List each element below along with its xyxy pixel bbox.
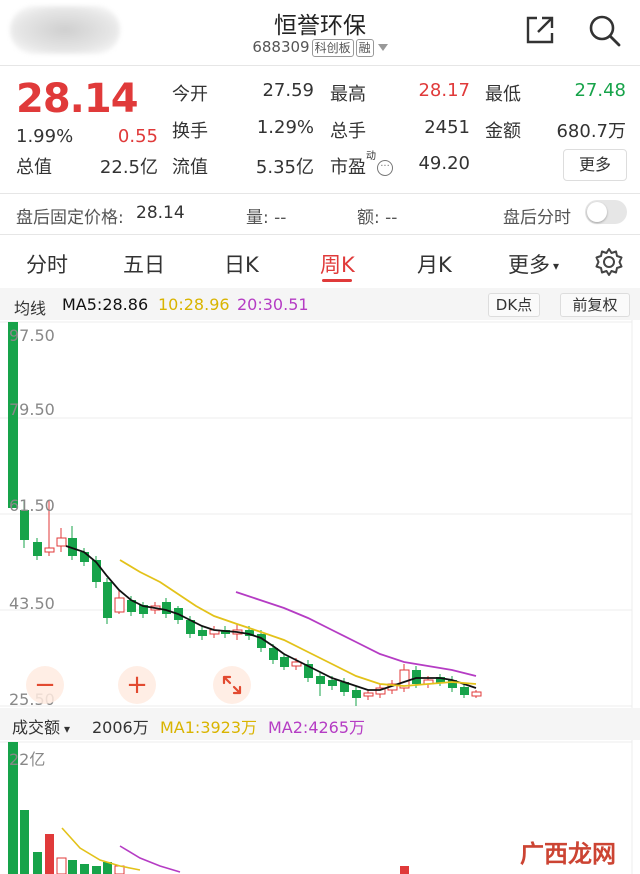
ma-label: 均线	[14, 299, 47, 318]
caret-down-icon: ▾	[553, 259, 560, 273]
tab-daily-k[interactable]: 日K	[224, 249, 259, 279]
tab-intraday[interactable]: 分时	[26, 249, 68, 279]
amount-value: 680.7万	[556, 121, 626, 142]
open-label: 今开	[172, 84, 208, 105]
y-axis-label-4: 43.50	[9, 594, 55, 613]
dk-point-button[interactable]: DK点	[488, 293, 540, 317]
total-shares-value: 2451	[424, 117, 470, 138]
current-price: 28.14	[16, 76, 139, 122]
volume-label: 成交额	[12, 718, 61, 737]
zoom-in-button[interactable]: +	[118, 666, 156, 704]
ma5-value: MA5:28.86	[62, 295, 149, 314]
afterhours-price: 28.14	[136, 203, 185, 223]
amount-label: 金额	[485, 121, 521, 142]
zoom-out-button[interactable]: −	[26, 666, 64, 704]
tab-monthly-k[interactable]: 月K	[417, 249, 452, 279]
stock-code: 688309	[252, 38, 310, 56]
watermark-text: 广西龙网	[520, 840, 616, 868]
margin-tag: 融	[355, 39, 374, 57]
volume-bars	[8, 742, 409, 874]
divider	[0, 193, 640, 194]
y-axis-label-2: 79.50	[9, 400, 55, 419]
ma20-value: 20:30.51	[237, 295, 309, 314]
plus-icon: +	[126, 670, 148, 700]
volume-ma2: MA2:4265万	[268, 718, 366, 737]
pe-label-text: 市盈	[330, 157, 366, 178]
tab-five-day[interactable]: 五日	[123, 249, 165, 279]
caret-down-icon: ▾	[64, 722, 71, 736]
turnover-value: 1.29%	[256, 117, 314, 138]
search-icon[interactable]	[586, 12, 622, 48]
pe-value: 49.20	[418, 153, 470, 174]
float-cap-label: 流值	[172, 157, 208, 178]
tab-weekly-k[interactable]: 周K	[320, 249, 355, 279]
minus-icon: −	[34, 670, 56, 700]
divider	[0, 65, 640, 66]
total-shares-label: 总手	[330, 121, 366, 142]
app-header: 恒誉环保 688309 科创板融	[0, 0, 640, 64]
pe-dynamic-mark: 动	[366, 151, 376, 162]
open-value: 27.59	[262, 80, 314, 101]
y-axis-label-1: 97.50	[9, 326, 55, 345]
board-tag: 科创板	[311, 39, 354, 57]
more-button[interactable]: 更多	[563, 149, 627, 181]
low-value: 27.48	[574, 80, 626, 101]
share-icon[interactable]	[522, 12, 558, 48]
change-amount: 0.55	[117, 126, 158, 147]
volume-axis-top: 22亿	[9, 750, 46, 769]
chart-grid	[0, 320, 633, 710]
volume-ma1: MA1:3923万	[160, 718, 258, 737]
afterhours-toggle-label: 盘后分时	[503, 208, 571, 228]
turnover-label: 换手	[172, 121, 208, 142]
volume-indicator-selector[interactable]: 成交额 ▾	[12, 714, 70, 738]
volume-value: 2006万	[92, 718, 149, 737]
chevron-down-icon[interactable]	[377, 44, 388, 51]
toggle-knob	[587, 202, 607, 222]
active-tab-indicator	[322, 279, 352, 282]
ma20-line	[235, 591, 477, 677]
low-label: 最低	[485, 84, 521, 105]
tab-more[interactable]: 更多 ▾	[508, 249, 559, 279]
adjust-mode-button[interactable]: 前复权	[560, 293, 630, 317]
kline-chart[interactable]	[0, 320, 640, 710]
ma10-value: 10:28.96	[158, 295, 230, 314]
market-cap-label: 总值	[16, 157, 52, 178]
high-value: 28.17	[418, 80, 470, 101]
afterhours-toggle[interactable]	[585, 200, 627, 224]
divider	[0, 234, 640, 235]
settings-gear-icon[interactable]	[594, 247, 624, 277]
change-pct: 1.99%	[16, 126, 74, 147]
afterhours-label: 盘后固定价格:	[16, 208, 124, 228]
expand-icon	[222, 675, 242, 695]
ma10-line	[119, 559, 477, 687]
fullscreen-button[interactable]	[213, 666, 251, 704]
float-cap-value: 5.35亿	[255, 157, 314, 178]
y-axis-label-3: 61.50	[9, 496, 55, 515]
tab-more-label: 更多	[508, 253, 550, 277]
market-cap-value: 22.5亿	[99, 157, 158, 178]
afterhours-volume: 量: --	[246, 208, 287, 228]
afterhours-amount: 额: --	[357, 208, 398, 228]
high-label: 最高	[330, 84, 366, 105]
